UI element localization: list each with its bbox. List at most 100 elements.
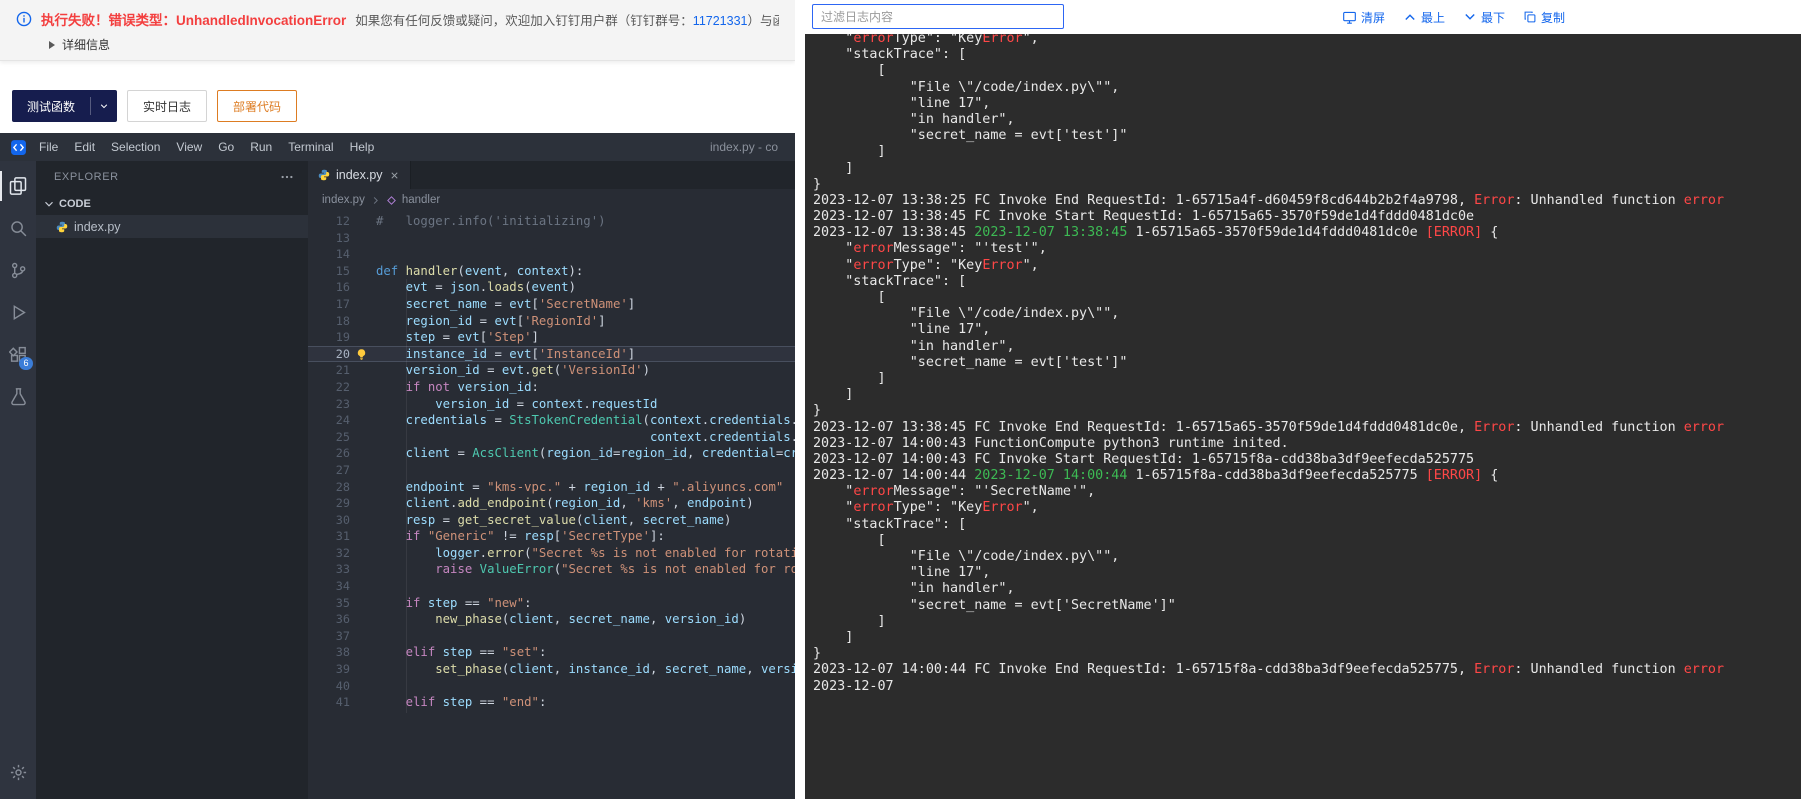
chevron-down-icon[interactable] — [91, 90, 117, 122]
code-text: secret_name = evt['SecretName'] — [405, 296, 636, 311]
menu-terminal[interactable]: Terminal — [280, 140, 341, 154]
test-function-button[interactable]: 测试函数 — [12, 90, 118, 122]
code-line-40[interactable]: 40 — [308, 678, 795, 695]
code-line-37[interactable]: 37 — [308, 628, 795, 645]
log-filter-input[interactable] — [812, 4, 1064, 29]
code-line-26[interactable]: 26 client = AcsClient(region_id=region_i… — [308, 445, 795, 462]
action-label: 最下 — [1480, 10, 1505, 25]
code-line-24[interactable]: 24 credentials = StsTokenCredential(cont… — [308, 412, 795, 429]
python-file-icon — [318, 169, 330, 181]
code-line-18[interactable]: 18 region_id = evt['RegionId'] — [308, 313, 795, 330]
code-line-27[interactable]: 27 — [308, 462, 795, 479]
realtime-logs-button[interactable]: 实时日志 — [127, 90, 208, 122]
file-item-indexpy[interactable]: index.py — [36, 215, 308, 238]
code-line-21[interactable]: 21 version_id = evt.get('VersionId') — [308, 362, 795, 379]
log-output[interactable]: "errorType": "KeyError", "stackTrace": [… — [805, 34, 1801, 799]
ide-menubar: File Edit Selection View Go Run Terminal Help i… — [0, 133, 795, 161]
code-text: credentials = StsTokenCredential(context… — [405, 413, 795, 428]
log-line: "errorMessage": "'SecretName'", — [813, 484, 1096, 500]
gear-icon[interactable] — [0, 751, 36, 793]
code-area[interactable]: 12 # logger.info('initializing') 13 14 15 def… — [308, 211, 795, 799]
menu-view[interactable]: View — [168, 140, 210, 154]
extensions-icon[interactable]: 6 — [0, 333, 36, 375]
file-name: index.py — [74, 219, 121, 234]
testing-icon[interactable] — [0, 375, 36, 417]
dingtalk-group-link[interactable]: 11721331 — [693, 14, 748, 28]
code-line-23[interactable]: 23 version_id = context.requestId — [308, 396, 795, 413]
log-line: } — [813, 646, 822, 662]
log-line: 2023-12-07 13:38:45 FC Invoke Start Requ… — [813, 209, 1475, 225]
code-line-25[interactable]: 25 context.credentials.security_token) — [308, 429, 795, 446]
deploy-code-button[interactable]: 部署代码 — [217, 90, 298, 122]
window-title: index.py - co — [710, 140, 779, 154]
code-line-19[interactable]: 19 step = evt['Step'] — [308, 329, 795, 346]
code-line-20[interactable]: 20 instance_id = evt['InstanceId'] — [308, 345, 795, 363]
activity-bar-top: 6 — [0, 165, 36, 417]
code-text: version_id = context.requestId — [435, 396, 658, 411]
source-control-icon[interactable] — [0, 249, 36, 291]
log-line: "stackTrace": [ — [813, 47, 967, 63]
code-line-35[interactable]: 35 if step == "new": — [308, 595, 795, 612]
tab-indexpy[interactable]: index.py — [308, 161, 411, 189]
code-text: resp = get_secret_value(client, secret_n… — [405, 512, 732, 527]
code-line-32[interactable]: 32 logger.error("Secret %s is not enable… — [308, 545, 795, 562]
line-number: 18 — [335, 313, 350, 328]
code-line-28[interactable]: 28 endpoint = "kms-vpc." + region_id + "… — [308, 479, 795, 496]
code-line-17[interactable]: 17 secret_name = evt['SecretName'] — [308, 296, 795, 313]
code-line-13[interactable]: 13 — [308, 230, 795, 247]
search-icon[interactable] — [0, 207, 36, 249]
explorer-section-code[interactable]: CODE — [36, 192, 308, 215]
code-line-38[interactable]: 38 elif step == "set": — [308, 644, 795, 661]
activity-bar-bottom — [0, 751, 36, 793]
code-line-41[interactable]: 41 elif step == "end": — [308, 694, 795, 711]
scroll-bottom-button[interactable]: 最下 — [1463, 9, 1505, 26]
log-line: [ — [813, 532, 886, 548]
line-number: 21 — [335, 363, 350, 378]
log-line: ] — [813, 613, 886, 629]
log-line: "secret_name = evt['test']" — [813, 128, 1128, 144]
code-line-36[interactable]: 36 new_phase(client, secret_name, versio… — [308, 611, 795, 628]
code-line-15[interactable]: 15 def handler(event, context): — [308, 263, 795, 280]
breadcrumb: index.py handler — [308, 189, 795, 211]
log-line: "in handler", — [813, 338, 1015, 354]
close-icon[interactable] — [389, 170, 400, 181]
log-line: "secret_name = evt['SecretName']" — [813, 597, 1176, 613]
menu-run[interactable]: Run — [242, 140, 280, 154]
clear-screen-button[interactable]: 清屏 — [1342, 9, 1385, 26]
line-number: 29 — [335, 496, 350, 511]
menu-go[interactable]: Go — [210, 140, 242, 154]
code-line-34[interactable]: 34 — [308, 578, 795, 595]
code-text: region_id = evt['RegionId'] — [405, 313, 606, 328]
scroll-top-button[interactable]: 最上 — [1403, 9, 1445, 26]
code-text: def handler(event, context): — [376, 263, 584, 278]
log-line: 2023-12-07 13:38:45 FC Invoke End Reques… — [813, 419, 1725, 435]
menu-file[interactable]: File — [31, 140, 66, 154]
log-panel: 清屏 最上 最下 复制 "errorType": "KeyError", "stack… — [805, 0, 1801, 799]
code-line-14[interactable]: 14 — [308, 246, 795, 263]
code-editor-ide: File Edit Selection View Go Run Terminal Help i… — [0, 133, 795, 799]
code-line-16[interactable]: 16 evt = json.loads(event) — [308, 279, 795, 296]
code-line-12[interactable]: 12 # logger.info('initializing') — [308, 213, 795, 230]
code-line-22[interactable]: 22 if not version_id: — [308, 379, 795, 396]
copy-button[interactable]: 复制 — [1523, 9, 1565, 26]
details-toggle[interactable]: 详细信息 — [16, 36, 779, 53]
code-line-39[interactable]: 39 set_phase(client, instance_id, secret… — [308, 661, 795, 678]
code-line-31[interactable]: 31 if "Generic" != resp['SecretType']: — [308, 528, 795, 545]
menu-selection[interactable]: Selection — [103, 140, 168, 154]
explorer-icon[interactable] — [0, 165, 36, 207]
menu-help[interactable]: Help — [342, 140, 383, 154]
log-line: } — [813, 403, 822, 419]
log-line: [ — [813, 290, 886, 305]
more-actions-icon[interactable] — [280, 170, 294, 184]
run-debug-icon[interactable] — [0, 291, 36, 333]
code-line-33[interactable]: 33 raise ValueError("Secret %s is not en… — [308, 561, 795, 578]
code-line-29[interactable]: 29 client.add_endpoint(region_id, 'kms',… — [308, 495, 795, 512]
breadcrumb-symbol[interactable]: handler — [402, 194, 440, 206]
line-number: 13 — [335, 230, 350, 245]
menu-edit[interactable]: Edit — [66, 140, 103, 154]
code-line-30[interactable]: 30 resp = get_secret_value(client, secre… — [308, 512, 795, 529]
breadcrumb-file[interactable]: index.py — [322, 194, 365, 206]
